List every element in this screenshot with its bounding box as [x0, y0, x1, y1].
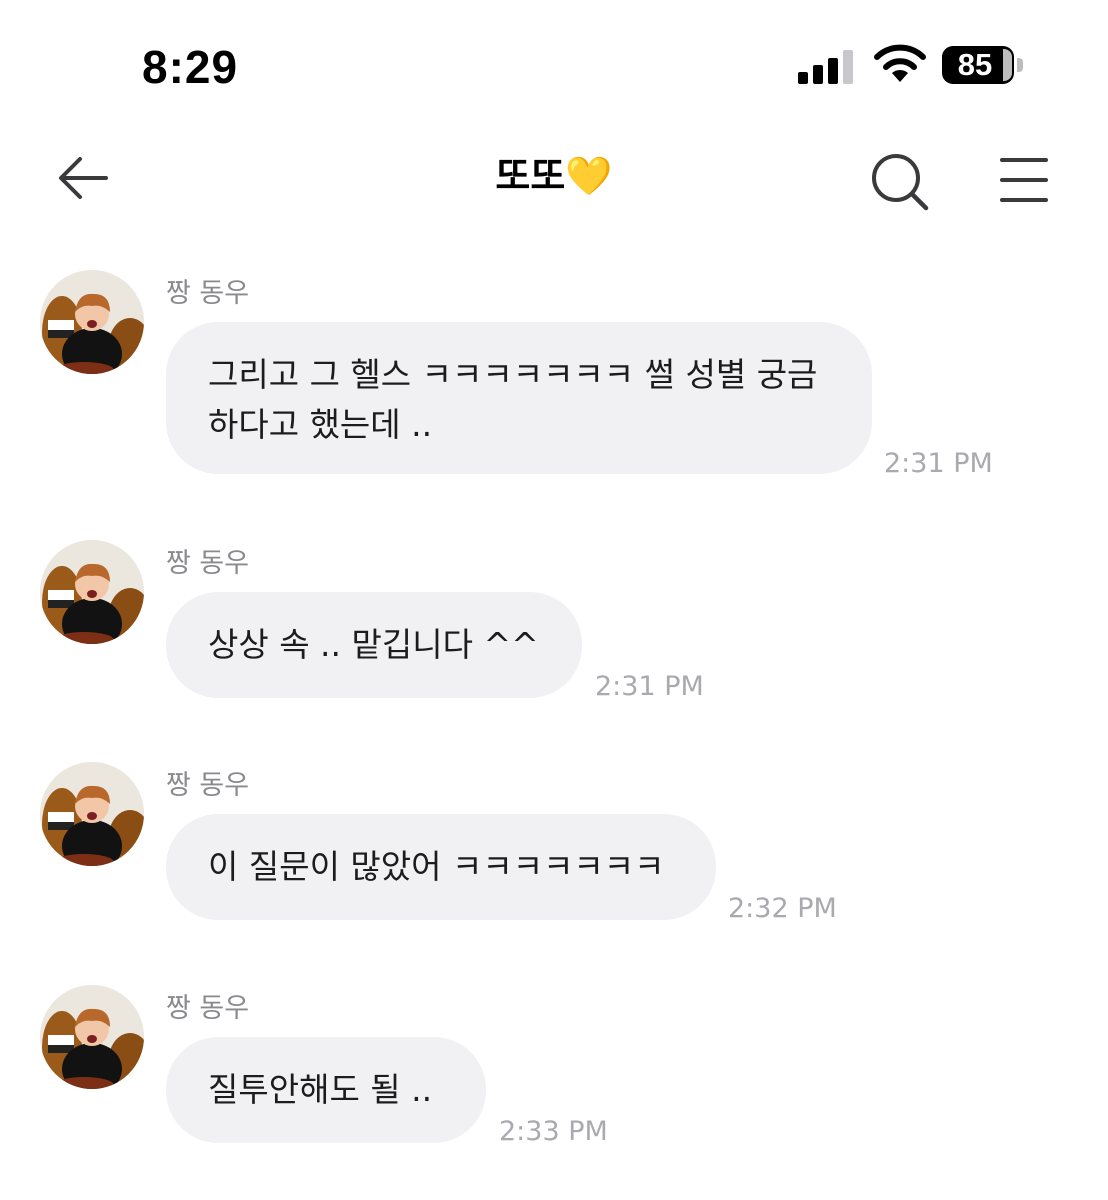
message-text: 상상 속 .. 맡깁니다 ^^: [208, 625, 539, 664]
sender-name: 짱 동우: [166, 770, 250, 801]
message-timestamp: 2:33 PM: [499, 1116, 608, 1147]
message-bubble[interactable]: 이 질문이 많았어 ㅋㅋㅋㅋㅋㅋㅋ: [166, 814, 716, 920]
avatar[interactable]: [40, 762, 144, 866]
avatar-photo: [40, 985, 144, 1089]
sender-name: 짱 동우: [166, 993, 250, 1024]
message-timestamp: 2:31 PM: [595, 671, 704, 702]
sender-name: 짱 동우: [166, 278, 250, 309]
message-bubble[interactable]: 그리고 그 헬스 ㅋㅋㅋㅋㅋㅋㅋ 썰 성별 궁금 하다고 했는데 ..: [166, 322, 872, 474]
message-text: 하다고 했는데 ..: [208, 405, 433, 444]
message-text: 그리고 그 헬스 ㅋㅋㅋㅋㅋㅋㅋ 썰 성별 궁금: [208, 355, 818, 394]
message-text: 이 질문이 많았어 ㅋㅋㅋㅋㅋㅋㅋ: [208, 847, 665, 886]
sender-name: 짱 동우: [166, 548, 250, 579]
search-icon[interactable]: [868, 150, 932, 214]
message-text: 질투안해도 될 ..: [208, 1070, 433, 1109]
avatar[interactable]: [40, 540, 144, 644]
message-item: 짱 동우 그리고 그 헬스 ㅋㅋㅋㅋㅋㅋㅋ 썰 성별 궁금 하다고 했는데 ..…: [0, 270, 1108, 490]
chat-header: 또또💛: [0, 130, 1108, 230]
avatar[interactable]: [40, 270, 144, 374]
message-bubble[interactable]: 상상 속 .. 맡깁니다 ^^: [166, 592, 582, 698]
message-item: 짱 동우 질투안해도 될 .. 2:33 PM: [0, 985, 1108, 1155]
wifi-icon: [874, 44, 926, 82]
avatar-photo: [40, 270, 144, 374]
arrow-left-icon[interactable]: [52, 150, 116, 206]
chat-title: 또또💛: [495, 154, 613, 198]
status-time: 8:29: [142, 41, 239, 93]
battery-indicator: 85: [942, 46, 1024, 84]
hamburger-menu-icon[interactable]: [996, 154, 1052, 206]
avatar-photo: [40, 540, 144, 644]
message-item: 짱 동우 이 질문이 많았어 ㅋㅋㅋㅋㅋㅋㅋ 2:32 PM: [0, 762, 1108, 932]
avatar-photo: [40, 762, 144, 866]
battery-cap: [1017, 58, 1023, 72]
message-timestamp: 2:31 PM: [884, 448, 993, 479]
message-item: 짱 동우 상상 속 .. 맡깁니다 ^^ 2:31 PM: [0, 540, 1108, 710]
message-timestamp: 2:32 PM: [728, 893, 837, 924]
cellular-signal-icon: [798, 50, 853, 84]
battery-percent: 85: [957, 47, 993, 82]
avatar[interactable]: [40, 985, 144, 1089]
status-bar: 8:29 85: [0, 0, 1108, 120]
message-bubble[interactable]: 질투안해도 될 ..: [166, 1037, 486, 1143]
